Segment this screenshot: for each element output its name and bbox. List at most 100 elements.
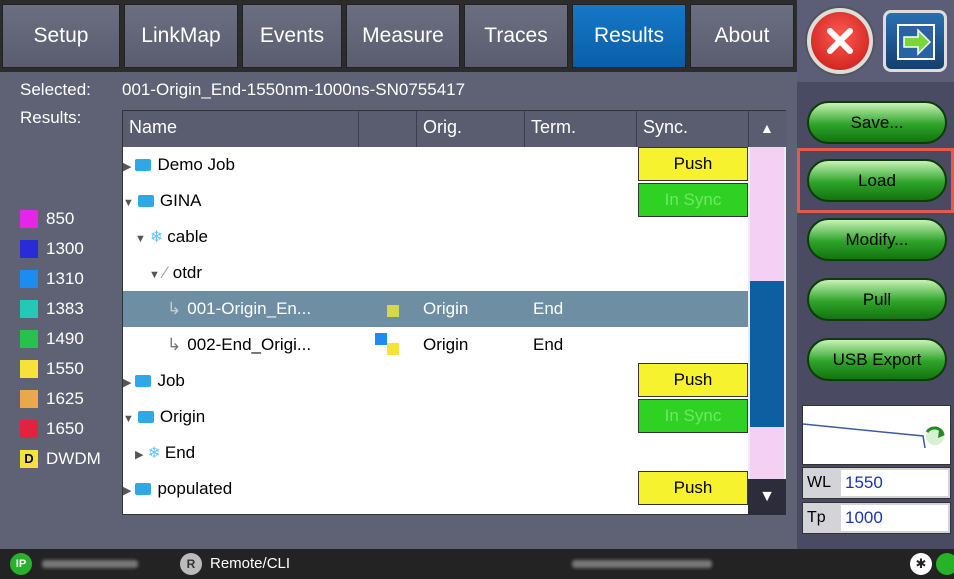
selected-label: Selected:	[20, 80, 91, 99]
expand-arrow-icon[interactable]: ▶	[123, 484, 131, 497]
expand-arrow-icon[interactable]: ▶	[123, 160, 131, 173]
legend-label: 1383	[46, 299, 84, 318]
results-table: Name Orig. Term. Sync. ▲ ▶ Demo Job Push …	[122, 110, 787, 515]
tab-label: Measure	[362, 24, 444, 47]
col-header-term[interactable]: Term.	[525, 111, 637, 147]
legend-item-dwdm: D DWDM	[20, 448, 101, 470]
table-row-selected[interactable]: ↳ 001-Origin_En... Origin End	[123, 291, 748, 327]
table-row[interactable]: ▼ ⁄ otdr	[123, 255, 748, 291]
swatch-icon	[20, 270, 38, 288]
tab-bar: Setup LinkMap Events Measure Traces Resu…	[0, 0, 797, 72]
push-button[interactable]: Push	[638, 471, 748, 505]
forward-arrow-icon[interactable]	[883, 10, 947, 72]
scroll-down-arrow-icon[interactable]: ▼	[748, 479, 786, 515]
tab-linkmap[interactable]: LinkMap	[122, 4, 240, 68]
wl-value[interactable]: 1550	[841, 470, 948, 496]
scrollbar-thumb[interactable]	[750, 281, 784, 427]
folder-icon	[135, 375, 152, 387]
ip-address-redacted	[42, 560, 138, 568]
swatch-icon	[20, 300, 38, 318]
col-header-orig[interactable]: Orig.	[417, 111, 525, 147]
collapse-arrow-icon[interactable]: ▼	[149, 269, 160, 281]
tab-setup[interactable]: Setup	[0, 4, 122, 68]
remote-icon: R	[180, 553, 202, 575]
scroll-up-arrow-icon[interactable]: ▲	[749, 111, 787, 147]
wl-label: WL	[807, 474, 831, 491]
legend-label: 1490	[46, 329, 84, 348]
collapse-arrow-icon[interactable]: ▼	[123, 413, 134, 425]
collapse-arrow-icon[interactable]: ▼	[135, 233, 146, 245]
tab-label: Setup	[33, 24, 89, 47]
swatch-icon	[20, 210, 38, 228]
wavelength-field[interactable]: WL 1550	[802, 467, 951, 499]
tab-measure[interactable]: Measure	[344, 4, 462, 68]
expand-arrow-icon[interactable]: ▶	[123, 376, 131, 389]
folder-icon	[135, 483, 152, 495]
push-button[interactable]: Push	[638, 363, 748, 397]
swatch-icon	[20, 390, 38, 408]
expand-arrow-icon[interactable]: ▶	[135, 448, 143, 461]
panel-top	[797, 0, 954, 82]
selected-value: 001-Origin_End-1550nm-1000ns-SN0755417	[122, 80, 466, 99]
tab-about[interactable]: About	[688, 4, 796, 68]
tp-value[interactable]: 1000	[841, 505, 948, 531]
wavelength-1310-marker-icon	[375, 333, 387, 345]
folder-icon	[135, 159, 152, 171]
remote-status: Remote/CLI	[210, 555, 291, 572]
load-button[interactable]: Load	[807, 159, 947, 202]
row-name: 002-End_Origi...	[187, 335, 312, 354]
table-row[interactable]: ↳ 002-End_Origi... Origin End	[123, 327, 748, 363]
row-name: Demo Job	[157, 155, 235, 174]
tab-events[interactable]: Events	[240, 4, 344, 68]
row-orig: Origin	[423, 335, 469, 354]
row-term: End	[533, 335, 564, 354]
bluetooth-icon: ✱	[910, 553, 932, 575]
table-row[interactable]: ▶ populated Push	[123, 471, 748, 507]
legend-label: 1550	[46, 359, 84, 378]
results-label: Results:	[20, 108, 82, 127]
legend-label: 1310	[46, 269, 84, 288]
table-row[interactable]: ▼ Origin In Sync	[123, 399, 748, 435]
save-button[interactable]: Save...	[807, 101, 947, 144]
tab-traces[interactable]: Traces	[462, 4, 570, 68]
tab-results[interactable]: Results	[570, 4, 688, 68]
row-name: GINA	[159, 191, 202, 210]
col-header-sync[interactable]: Sync.	[637, 111, 749, 147]
pull-button[interactable]: Pull	[807, 278, 947, 321]
legend-item-1383: 1383	[20, 298, 84, 320]
datetime-redacted	[572, 560, 712, 568]
table-scrollbar[interactable]: ▼	[748, 147, 786, 515]
col-header-name[interactable]: Name	[123, 111, 359, 147]
collapse-arrow-icon[interactable]: ▼	[123, 197, 134, 209]
in-sync-badge: In Sync	[638, 183, 748, 217]
table-row[interactable]: ▶ Job Push	[123, 363, 748, 399]
modify-button[interactable]: Modify...	[807, 218, 947, 261]
usb-export-button[interactable]: USB Export	[807, 338, 947, 381]
legend-label: DWDM	[46, 449, 101, 468]
right-action-panel: Save... Load Modify... Pull USB Export W…	[797, 0, 954, 579]
trace-thumbnail-icon	[802, 423, 945, 449]
legend-label: 1650	[46, 419, 84, 438]
push-button[interactable]: Push	[638, 147, 748, 181]
trace-icon: ↳	[167, 299, 182, 318]
legend-item-1490: 1490	[20, 328, 84, 350]
trace-thumbnail[interactable]	[802, 405, 951, 465]
table-row[interactable]: ▼ GINA In Sync	[123, 183, 748, 219]
table-row[interactable]: ▼ ❄ cable	[123, 219, 748, 255]
folder-icon	[137, 411, 154, 423]
legend-item-1650: 1650	[20, 418, 84, 440]
swatch-icon	[20, 330, 38, 348]
table-row[interactable]: ▶ Demo Job Push	[123, 147, 748, 183]
col-header-color	[359, 111, 417, 147]
tab-label: Results	[593, 24, 665, 47]
legend-item-850: 850	[20, 208, 74, 230]
legend-item-1310: 1310	[20, 268, 84, 290]
pulse-width-field[interactable]: Tp 1000	[802, 502, 951, 534]
close-icon[interactable]	[807, 8, 873, 74]
tp-label: Tp	[807, 509, 826, 526]
row-name: populated	[157, 479, 233, 498]
swatch-icon	[20, 360, 38, 378]
legend-item-1550: 1550	[20, 358, 84, 380]
row-name: Job	[157, 371, 185, 390]
table-row[interactable]: ▶ ❄ End	[123, 435, 748, 471]
